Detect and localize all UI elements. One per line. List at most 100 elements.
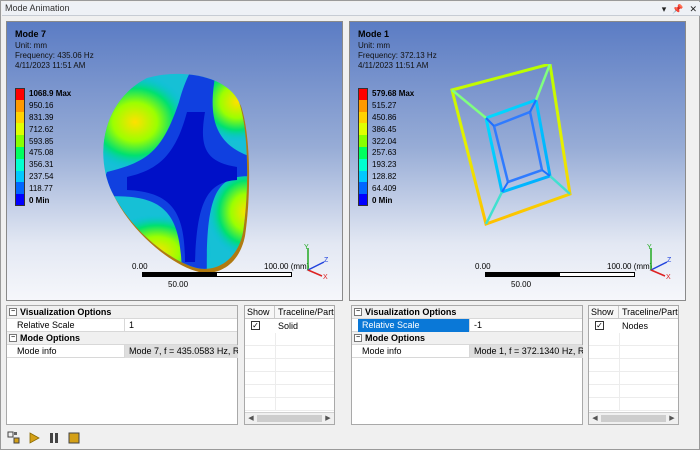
scroll-left-icon[interactable]: ◀ [245,413,257,424]
mode-info-row[interactable]: Mode info Mode 7, f = 435.0583 Hz, R... [7,344,238,358]
scale-bar-graphic [485,272,635,277]
window-title: Mode Animation [5,3,70,13]
scroll-right-icon[interactable]: ▶ [666,413,678,424]
viewport-right[interactable]: Mode 1 Unit: mm Frequency: 372.13 Hz 4/1… [349,21,686,301]
relative-scale-value[interactable]: -1 [470,319,583,332]
dropdown-icon[interactable]: ▾ [662,3,667,15]
mode-options-header[interactable]: − Mode Options [352,332,582,345]
collapse-icon[interactable]: − [9,308,17,316]
legend-swatch [358,99,368,112]
visualization-options-header[interactable]: − Visualization Options [352,306,582,319]
legend-label: 64.409 [372,183,397,193]
scroll-left-icon[interactable]: ◀ [589,413,601,424]
part-name: Solid [278,320,299,331]
legend-swatch [15,135,25,147]
triad-y-label: Y [304,244,309,251]
mode-animation-window: Mode Animation ▾ 📌 ✕ Mode 7 Unit: mm Fre… [0,0,700,450]
collapse-icon[interactable]: − [354,308,362,316]
table-row[interactable]: ✓ Solid [245,319,334,332]
axis-triad-icon: Y Z X [304,244,329,280]
legend-swatch [358,123,368,136]
legend-swatch [15,170,25,183]
legend-swatch [358,88,368,100]
legend-label: 1068.9 Max [29,89,72,99]
scale-start: 0.00 [475,262,491,271]
triad-x-label: X [323,274,328,280]
legend-swatch [358,170,368,183]
collapse-icon[interactable]: − [354,334,362,342]
relative-scale-row[interactable]: Relative Scale -1 [352,318,583,332]
stop-icon[interactable] [66,431,81,446]
axis-triad-icon: Y Z X [647,244,672,280]
part-name: Nodes [622,320,649,331]
viewport-left[interactable]: Mode 7 Unit: mm Frequency: 435.06 Hz 4/1… [6,21,343,301]
visualization-options-header[interactable]: − Visualization Options [7,306,237,319]
legend-label: 193.23 [372,160,397,170]
mode-info-label: Mode info [358,344,470,358]
frequency-label: Frequency: 372.13 Hz [358,51,437,60]
mode-info-value[interactable]: Mode 1, f = 372.1340 Hz, R... [470,344,583,358]
mode-title: Mode 1 [358,29,390,39]
legend-label: 257.63 [372,148,397,158]
show-checkbox[interactable]: ✓ [251,321,260,330]
mode-info-row[interactable]: Mode info Mode 1, f = 372.1340 Hz, R... [352,344,583,358]
triad-y-label: Y [647,244,652,251]
collapse-icon[interactable]: − [9,334,17,342]
legend-label: 475.08 [29,148,54,158]
traceline-table-right: Show Traceline/Part ✓ Nodes ◀ ▶ [588,305,679,425]
show-checkbox[interactable]: ✓ [595,321,604,330]
animation-controls [6,430,81,446]
scale-bar: 0.00 100.00 (mm) 50.00 [132,262,312,298]
legend-swatch [358,158,368,171]
pin-icon[interactable]: 📌 [672,3,683,15]
details-panel-left: − Visualization Options Relative Scale 1… [6,305,238,425]
relative-scale-value[interactable]: 1 [125,319,238,332]
mode-title: Mode 7 [15,29,47,39]
legend-swatch [15,123,25,136]
mode-options-header[interactable]: − Mode Options [7,332,237,345]
title-bar: Mode Animation ▾ 📌 ✕ [2,2,700,16]
close-icon[interactable]: ✕ [689,3,697,15]
horizontal-scrollbar[interactable]: ◀ ▶ [589,412,678,424]
scale-start: 0.00 [132,262,148,271]
table-row[interactable]: ✓ Nodes [589,319,678,332]
unit-label: Unit: mm [15,41,47,50]
legend-label: 593.85 [29,136,54,146]
timestamp-label: 4/11/2023 11:51 AM [15,61,86,70]
section-title: Visualization Options [20,307,112,317]
unit-label: Unit: mm [358,41,390,50]
timestamp-label: 4/11/2023 11:51 AM [358,61,429,70]
details-panel-right: − Visualization Options Relative Scale -… [351,305,583,425]
legend-label: 118.77 [29,183,53,193]
legend-swatch [15,88,25,100]
legend-swatch [358,111,368,124]
horizontal-scrollbar[interactable]: ◀ ▶ [245,412,334,424]
legend-label: 515.27 [372,101,397,111]
legend-swatch [358,194,368,206]
traceline-column-header: Traceline/Part [278,307,334,317]
relative-scale-label: Relative Scale [13,318,125,332]
scroll-right-icon[interactable]: ▶ [322,413,334,424]
scale-bar: 0.00 100.00 (mm) 50.00 [475,262,655,298]
legend-swatch [15,158,25,171]
options-icon[interactable] [6,431,21,446]
triad-z-label: Z [667,257,672,264]
legend-label: 712.62 [29,124,54,134]
play-icon[interactable] [26,431,41,446]
traceline-table-left: Show Traceline/Part ✓ Solid ◀ ▶ [244,305,335,425]
scale-mid: 50.00 [511,280,532,289]
relative-scale-row[interactable]: Relative Scale 1 [7,318,238,332]
legend-swatch [15,111,25,124]
legend-label: 386.45 [372,124,397,134]
frequency-label: Frequency: 435.06 Hz [15,51,94,60]
traceline-column-header: Traceline/Part [622,307,678,317]
wireframe-model[interactable] [440,64,580,254]
pause-icon[interactable] [46,431,61,446]
legend-swatch [15,182,25,195]
mode-info-value[interactable]: Mode 7, f = 435.0583 Hz, R... [125,344,238,358]
legend-swatch [358,146,368,159]
plate-model[interactable] [87,62,257,282]
legend-swatch [15,99,25,112]
triad-z-label: Z [324,257,329,264]
show-column-header: Show [245,306,275,318]
